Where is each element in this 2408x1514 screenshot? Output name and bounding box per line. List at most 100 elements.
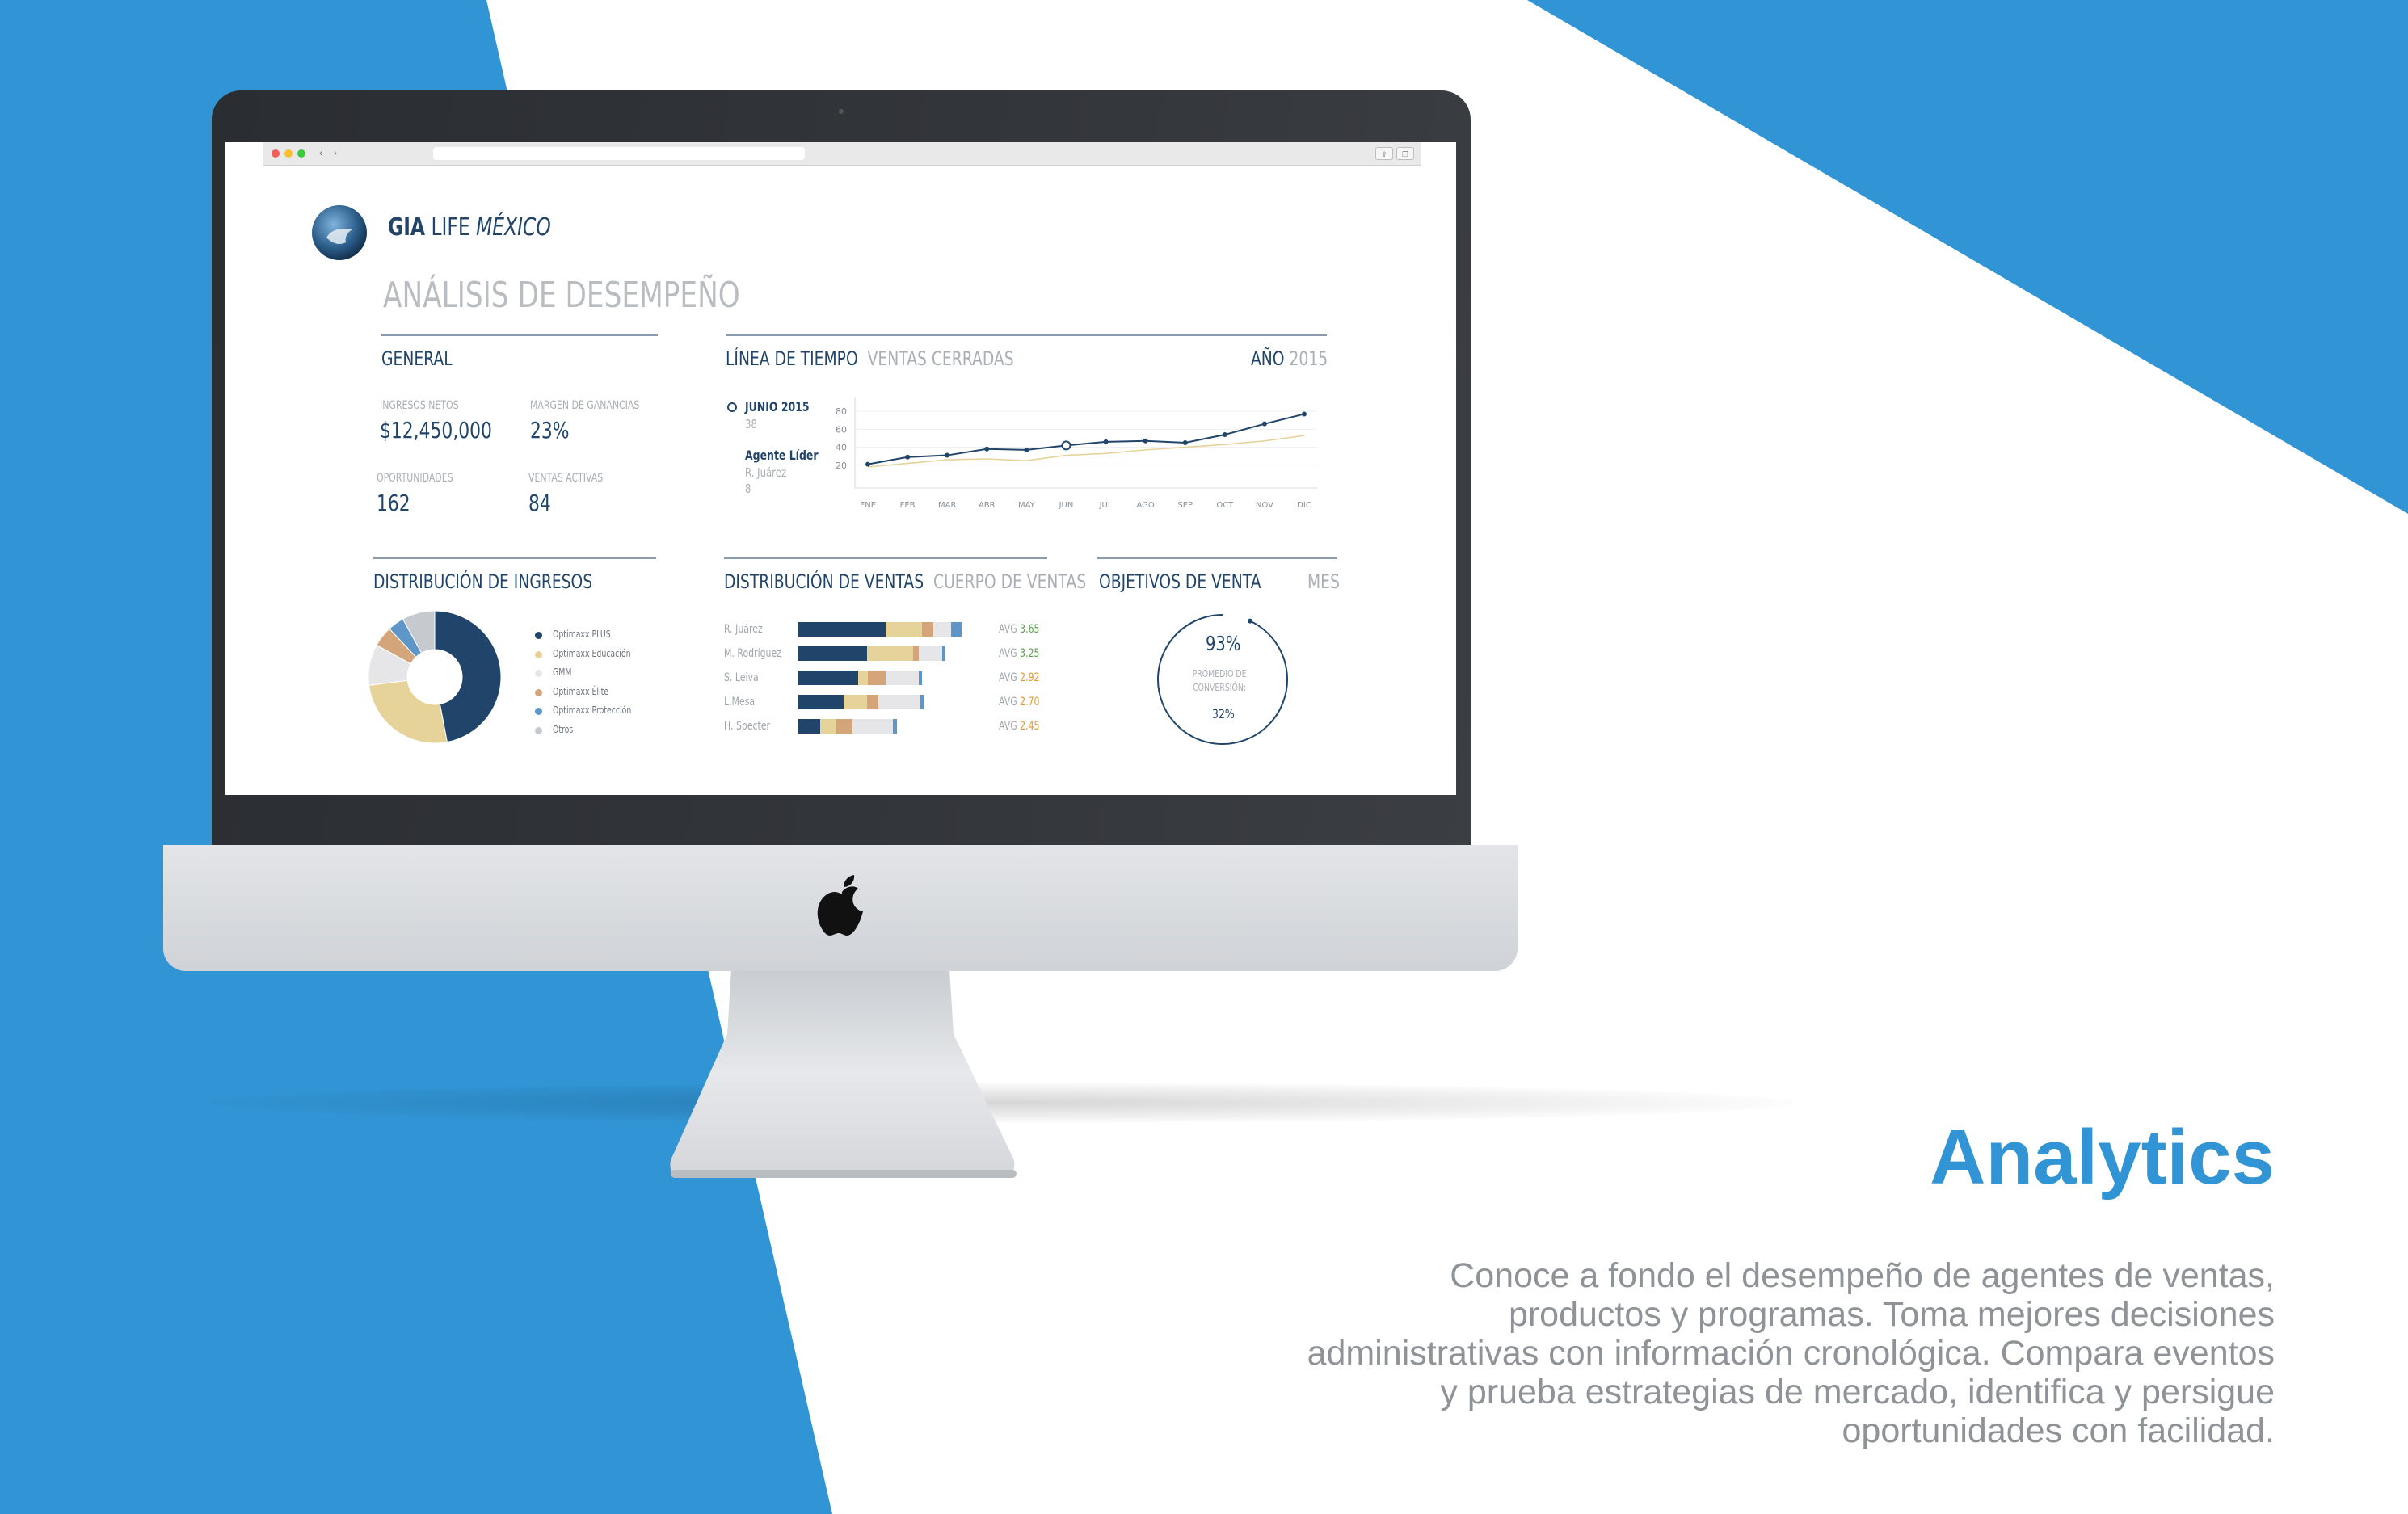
share-icon[interactable]: ⇪ <box>1375 147 1393 160</box>
bar-segment <box>852 719 893 734</box>
legend-swatch <box>535 670 542 677</box>
legend-swatch <box>535 688 542 696</box>
year-selector[interactable]: AÑO 2015 <box>1251 347 1328 370</box>
gauge-secondary-value: 32% <box>1212 706 1235 721</box>
legend-period: JUNIO 2015 <box>745 399 810 414</box>
x-tick-label: ENE <box>860 501 876 510</box>
pie-slice <box>368 679 448 744</box>
data-point <box>1103 439 1109 444</box>
tabs-icon[interactable]: ❐ <box>1396 147 1414 160</box>
avg-value: 3.65 <box>1020 623 1040 636</box>
browser-toolbar: ‹ › ⇪ ❐ <box>263 142 1421 166</box>
bar-segment <box>868 671 886 685</box>
kpi-label: OPORTUNIDADES <box>377 472 453 485</box>
bar-category-label: S. Leiva <box>724 671 759 684</box>
legend-label: Optimaxx Élite <box>553 685 609 697</box>
pie-slice <box>434 610 502 743</box>
period-marker-icon <box>727 402 737 412</box>
bar-segment <box>933 622 951 637</box>
x-tick-label: DIC <box>1297 501 1311 510</box>
x-tick-label: ABR <box>979 501 996 510</box>
legend-swatch <box>535 650 542 658</box>
data-point <box>1143 438 1148 444</box>
avg-value: 2.45 <box>1020 720 1040 733</box>
kpi-value: 162 <box>377 490 410 516</box>
general-title: GENERAL <box>381 347 453 370</box>
maximize-window-icon[interactable] <box>297 149 305 158</box>
x-tick-label: JUN <box>1059 501 1074 510</box>
stand-body <box>670 969 1015 1178</box>
x-tick-label: FEB <box>900 501 916 510</box>
kpi-label: VENTAS ACTIVAS <box>528 472 604 485</box>
sales-dist-divider <box>724 557 1047 559</box>
bar-category-label: M. Rodríguez <box>724 647 781 660</box>
data-point <box>984 446 990 452</box>
x-tick-label: MAY <box>1018 501 1036 510</box>
page-title: ANÁLISIS DE DESEMPEÑO <box>383 275 740 316</box>
legend-label: Optimaxx Educación <box>553 647 631 659</box>
legend-label: Otros <box>553 723 574 735</box>
legend-label: GMM <box>553 667 572 678</box>
sales-dist-title: DISTRIBUCIÓN DE VENTAS <box>724 570 924 593</box>
avg-prefix: AVG <box>999 647 1021 660</box>
brand-name-bold: GIA <box>388 213 426 242</box>
section-description: Conoce a fondo el desempeño de agentes d… <box>1307 1256 2275 1450</box>
sales-bar-chart: R. Juárez AVG 3.65 M. Rodríguez AVG 3.25 S. … <box>722 622 1062 751</box>
data-point <box>865 461 870 467</box>
kpi-value: $12,450,000 <box>380 417 492 444</box>
bar-segment <box>920 695 924 709</box>
section-title: Analytics <box>1930 1114 2275 1201</box>
gauge-value: 93% <box>1206 632 1241 655</box>
avg-prefix: AVG <box>999 671 1021 684</box>
address-bar[interactable] <box>433 147 805 160</box>
avg-value: 2.70 <box>1020 696 1040 709</box>
bar-segment <box>919 671 922 685</box>
x-tick-label: MAR <box>938 501 956 510</box>
bar-segment <box>798 646 867 661</box>
kpi-value: 23% <box>530 417 570 444</box>
slide: ‹ › ⇪ ❐ GIA LIFE MÉXICO ANÁLISIS DE DESE… <box>0 0 2408 1514</box>
legend-period-value: 38 <box>745 417 757 431</box>
bar-avg-label: AVG 3.65 <box>999 623 1039 636</box>
bar-segment <box>913 646 920 661</box>
camera-icon <box>839 109 844 114</box>
bar-segment <box>951 622 962 637</box>
legend-leader-name: R. Juárez <box>745 465 787 480</box>
data-point <box>1024 447 1029 452</box>
kpi-label: INGRESOS NETOS <box>380 399 459 412</box>
bar-segment <box>836 719 852 734</box>
bar-avg-label: AVG 2.45 <box>999 720 1039 733</box>
brand-name-regular: LIFE <box>431 213 470 242</box>
data-point <box>1261 421 1267 427</box>
bar-segment <box>886 671 920 685</box>
bar-segment <box>878 695 921 709</box>
minimize-window-icon[interactable] <box>284 149 293 158</box>
close-window-icon[interactable] <box>272 149 280 158</box>
sales-dist-header: DISTRIBUCIÓN DE VENTAS CUERPO DE VENTAS <box>724 570 1086 593</box>
avg-value: 2.92 <box>1020 671 1040 684</box>
avg-value: 3.25 <box>1020 647 1040 660</box>
bar-category-label: L.Mesa <box>724 696 756 709</box>
apple-logo-icon <box>817 875 863 936</box>
brand-name-italic: MÉXICO <box>476 213 551 242</box>
bar-segment <box>886 622 922 637</box>
legend-label: Optimaxx PLUS <box>553 629 611 640</box>
timeline-divider <box>726 334 1327 336</box>
bar-segment <box>798 695 844 709</box>
forward-icon[interactable]: › <box>328 147 343 160</box>
goals-period: MES <box>1307 570 1340 593</box>
avg-prefix: AVG <box>999 696 1021 709</box>
legend-swatch <box>535 632 542 639</box>
data-point <box>1182 440 1188 445</box>
y-tick-label: 20 <box>836 461 847 471</box>
monitor-screen: ‹ › ⇪ ❐ GIA LIFE MÉXICO ANÁLISIS DE DESE… <box>225 142 1456 795</box>
data-point <box>945 452 950 458</box>
gauge-arc-start <box>1248 618 1253 624</box>
timeline-title: LÍNEA DE TIEMPO <box>726 347 858 370</box>
income-donut-chart <box>368 610 502 744</box>
income-divider <box>373 557 656 559</box>
timeline-header: LÍNEA DE TIEMPO VENTAS CERRADAS <box>726 347 1014 370</box>
back-icon[interactable]: ‹ <box>314 147 328 160</box>
data-point <box>905 454 911 460</box>
legend-swatch <box>535 708 542 715</box>
